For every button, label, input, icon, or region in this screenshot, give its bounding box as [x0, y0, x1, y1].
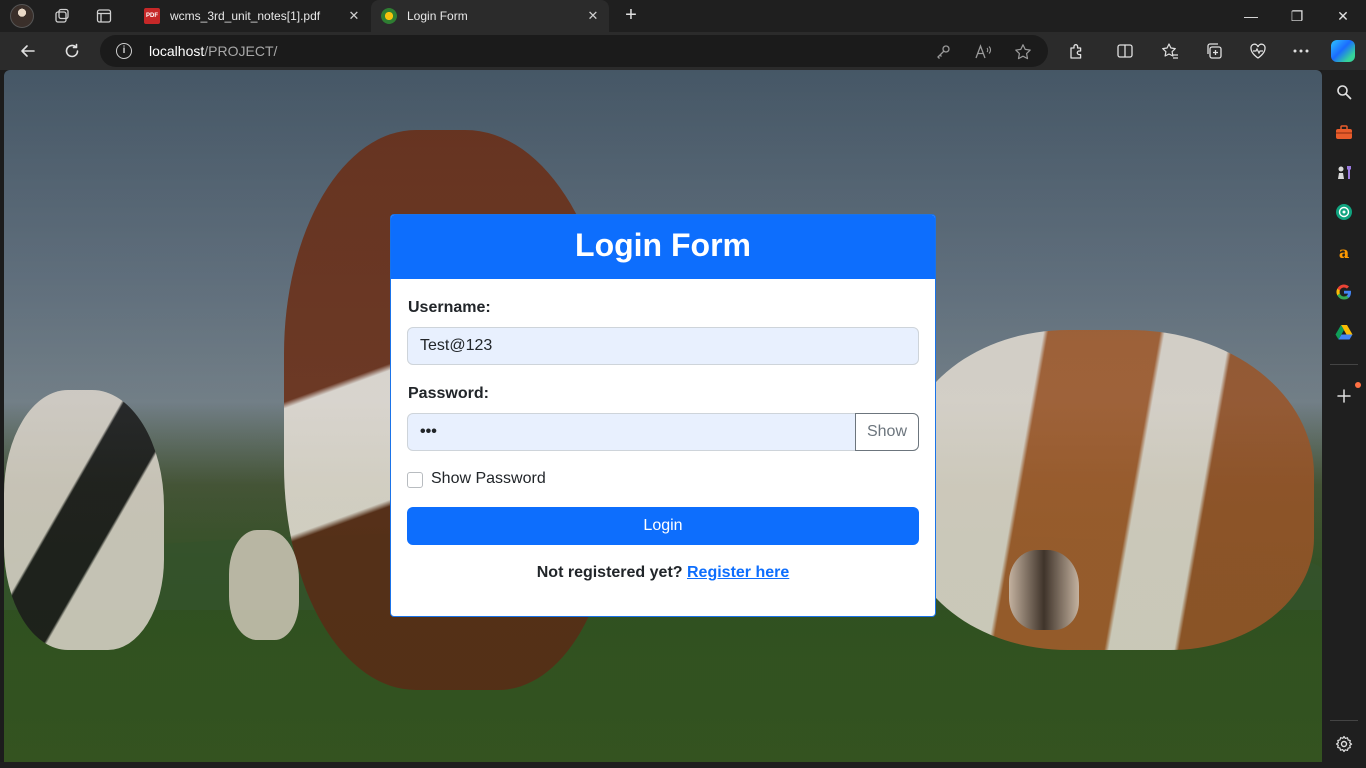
site-favicon — [381, 8, 397, 24]
tab-actions-icon[interactable] — [93, 5, 115, 27]
password-input[interactable]: ••• — [407, 413, 856, 451]
minimize-button[interactable]: — — [1228, 0, 1274, 32]
username-label: Username: — [408, 299, 491, 316]
close-tab-icon[interactable]: ✕ — [344, 8, 364, 24]
browser-essentials-icon[interactable] — [1248, 41, 1268, 61]
chess-icon[interactable] — [1334, 162, 1354, 182]
register-prompt: Not registered yet? Register here — [391, 564, 935, 582]
restore-button[interactable]: ❐ — [1274, 0, 1320, 32]
collections-icon[interactable] — [1204, 41, 1224, 61]
show-password-label[interactable]: Show Password — [431, 470, 546, 488]
google-icon[interactable] — [1334, 282, 1354, 302]
edge-sidebar: a — [1322, 70, 1366, 768]
copilot-icon[interactable] — [1331, 40, 1355, 62]
cow-image — [4, 390, 164, 650]
new-tab-button[interactable]: + — [620, 4, 642, 26]
register-link[interactable]: Register here — [687, 564, 789, 581]
tab-pdf[interactable]: PDF wcms_3rd_unit_notes[1].pdf ✕ — [134, 0, 370, 32]
chatgpt-icon[interactable] — [1334, 202, 1354, 222]
refresh-button[interactable] — [61, 40, 83, 62]
tab-title: wcms_3rd_unit_notes[1].pdf — [170, 9, 321, 23]
key-icon[interactable] — [934, 43, 952, 61]
workspaces-icon[interactable] — [51, 5, 73, 27]
notification-dot — [1355, 382, 1361, 388]
sidebar-divider — [1330, 720, 1358, 721]
login-card: Login Form Username: Test@123 Password: … — [390, 214, 936, 617]
close-window-button[interactable]: ✕ — [1320, 0, 1366, 32]
tab-title: Login Form — [407, 9, 468, 23]
profile-avatar[interactable] — [10, 4, 34, 28]
username-input[interactable]: Test@123 — [407, 327, 919, 365]
settings-icon[interactable] — [1334, 734, 1354, 754]
address-bar[interactable]: i localhost/PROJECT/ — [100, 35, 1048, 67]
form-title: Login Form — [391, 215, 935, 279]
site-info-icon[interactable]: i — [116, 43, 132, 59]
toolbox-icon[interactable] — [1334, 122, 1354, 142]
tab-login-form[interactable]: Login Form ✕ — [371, 0, 609, 32]
cow-image — [904, 330, 1314, 650]
register-prompt-text: Not registered yet? — [536, 564, 683, 581]
drive-icon[interactable] — [1334, 322, 1354, 342]
back-button[interactable] — [17, 40, 39, 62]
split-screen-icon[interactable] — [1115, 41, 1135, 61]
extensions-icon[interactable] — [1067, 41, 1087, 61]
read-aloud-icon[interactable] — [974, 43, 992, 61]
password-label: Password: — [408, 385, 489, 402]
url-host: localhost — [149, 43, 205, 59]
cow-image — [229, 530, 299, 640]
search-icon[interactable] — [1334, 82, 1354, 102]
show-password-button[interactable]: Show — [855, 413, 919, 451]
cow-image — [1009, 550, 1079, 630]
favorite-star-icon[interactable] — [1014, 43, 1032, 61]
window-bottom-border — [0, 762, 1322, 768]
login-button[interactable]: Login — [407, 507, 919, 545]
amazon-icon[interactable]: a — [1334, 242, 1354, 262]
tab-bar: PDF wcms_3rd_unit_notes[1].pdf ✕ Login F… — [0, 0, 1366, 32]
show-password-checkbox[interactable] — [407, 472, 423, 488]
sidebar-divider — [1330, 364, 1358, 365]
url-path: /PROJECT/ — [204, 43, 278, 59]
url-text[interactable]: localhost/PROJECT/ — [149, 43, 277, 59]
add-icon[interactable] — [1334, 386, 1354, 406]
page-viewport: Login Form Username: Test@123 Password: … — [4, 70, 1322, 762]
more-menu-icon[interactable] — [1291, 41, 1311, 61]
close-tab-icon[interactable]: ✕ — [583, 8, 603, 24]
pdf-icon: PDF — [144, 8, 160, 24]
toolbar: i localhost/PROJECT/ — [0, 32, 1366, 70]
favorites-icon[interactable] — [1160, 41, 1180, 61]
